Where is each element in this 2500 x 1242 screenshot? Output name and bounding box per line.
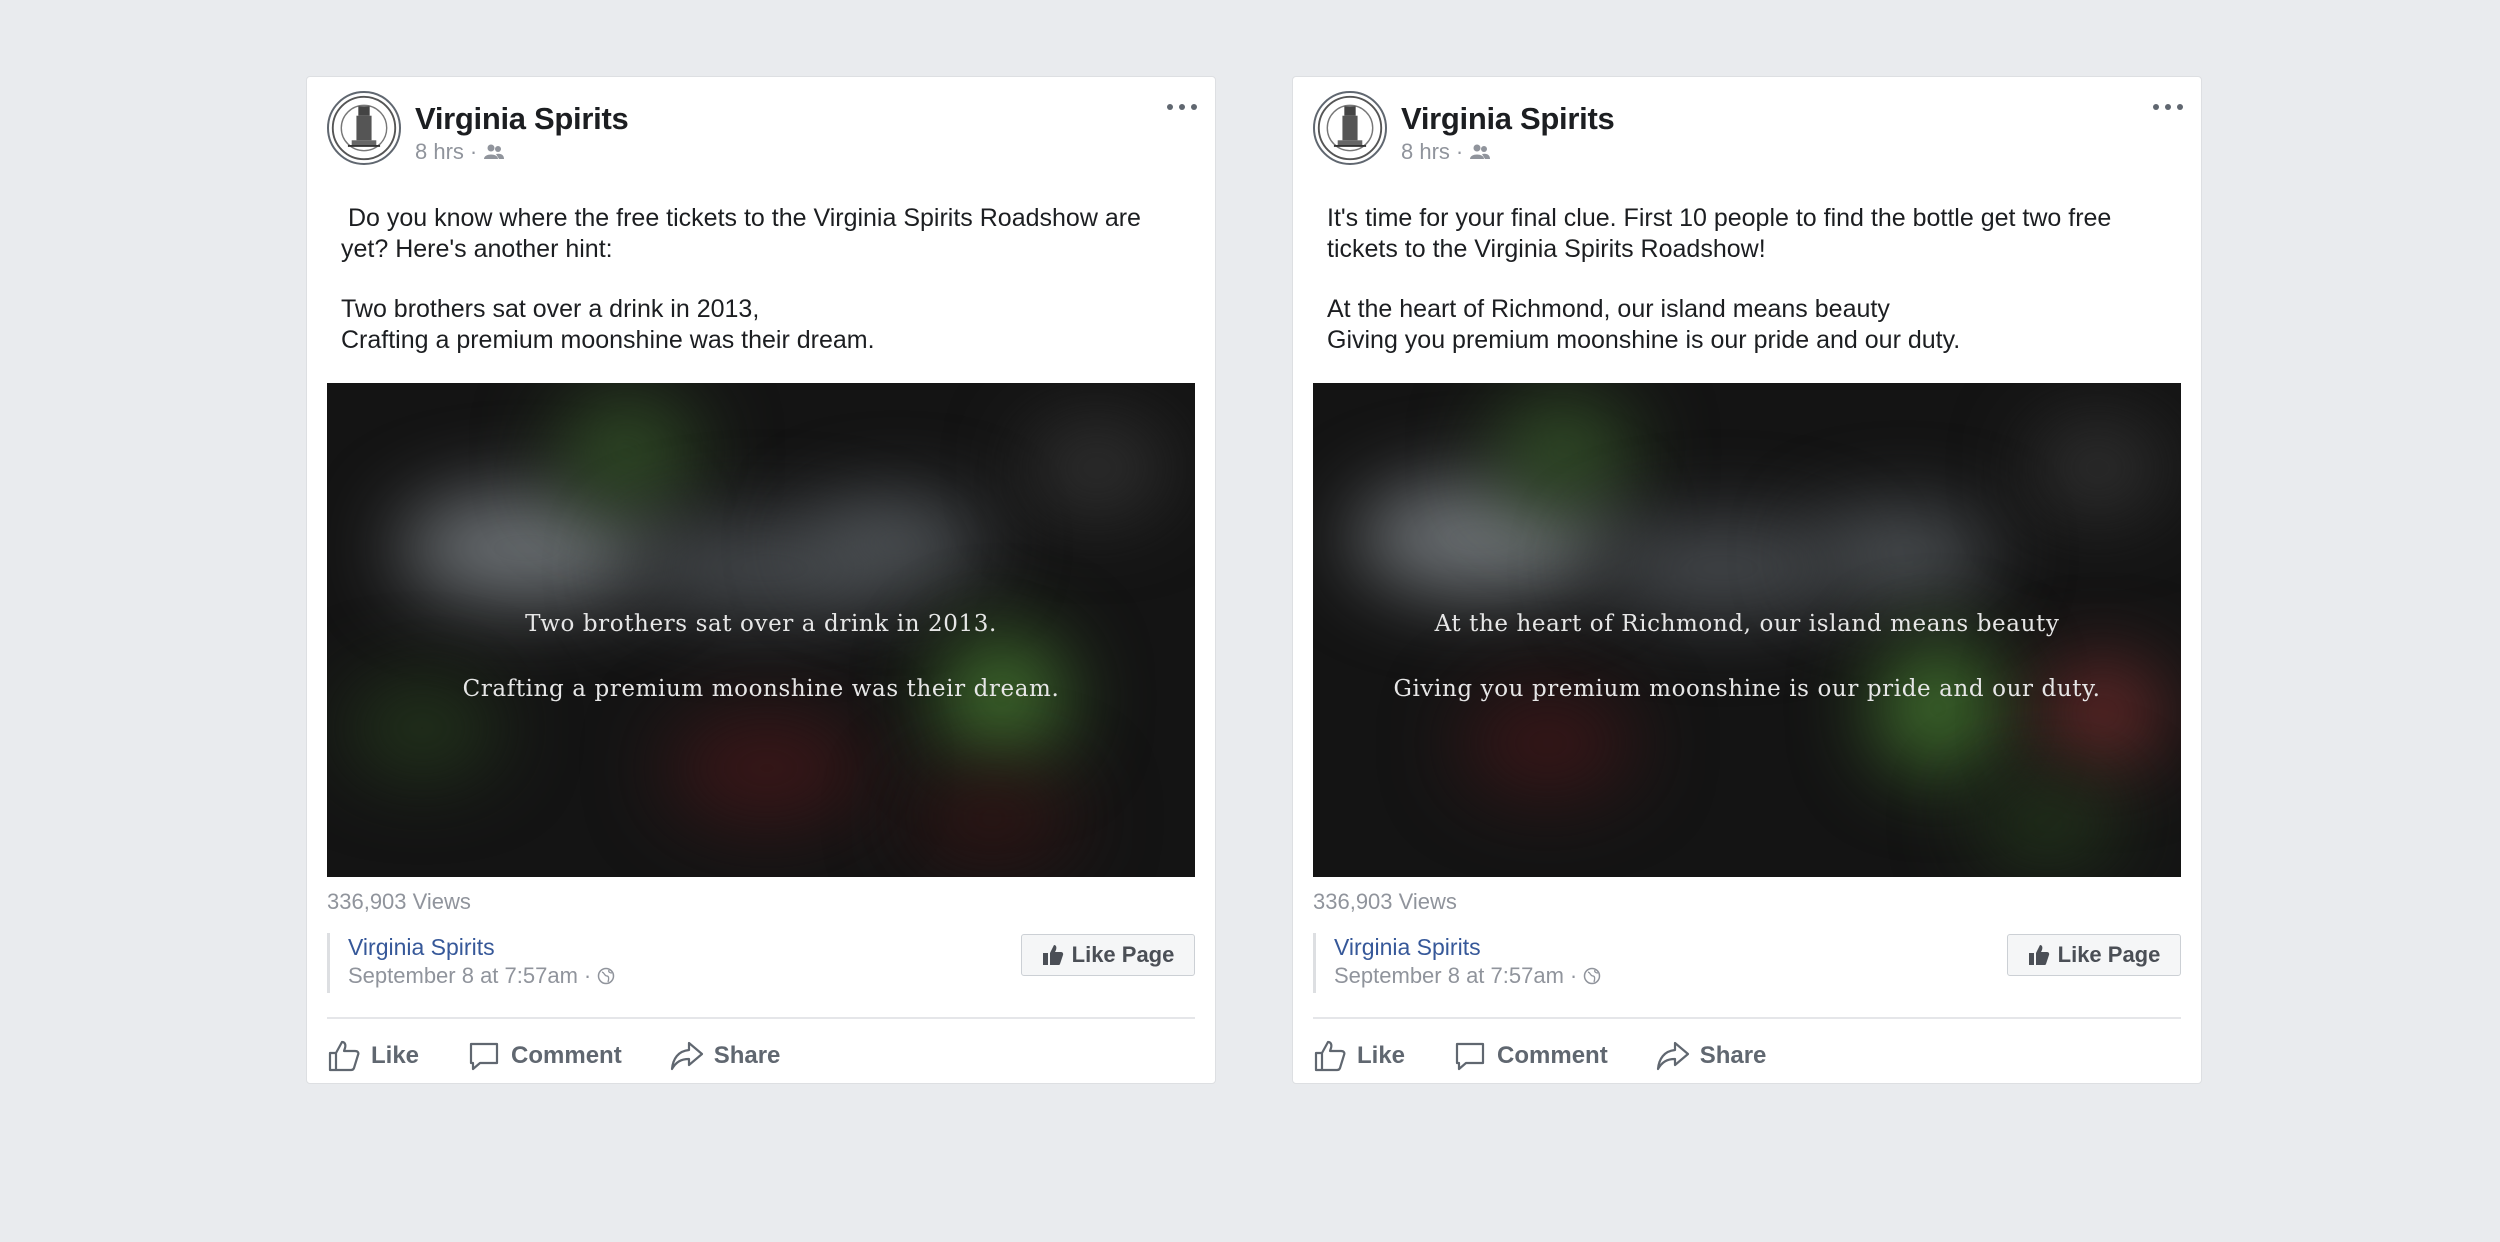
post-card: Virginia Spirits 8 hrs · It's time for y… bbox=[1292, 76, 2202, 1084]
attribution-page-link[interactable]: Virginia Spirits bbox=[1334, 933, 1601, 961]
share-icon bbox=[670, 1041, 703, 1071]
thumbs-up-icon bbox=[2028, 945, 2049, 965]
like-button[interactable]: Like bbox=[327, 1039, 419, 1073]
video-caption: At the heart of Richmond, our island mea… bbox=[1434, 611, 2060, 637]
comment-button[interactable]: Comment bbox=[467, 1039, 622, 1073]
post-meta: 8 hrs · bbox=[415, 139, 505, 165]
comment-label: Comment bbox=[511, 1042, 622, 1069]
like-button[interactable]: Like bbox=[1313, 1039, 1405, 1073]
page-avatar[interactable] bbox=[327, 91, 401, 165]
post-card: Virginia Spirits 8 hrs · Do you know whe… bbox=[306, 76, 1216, 1084]
attribution-date[interactable]: September 8 at 7:57am bbox=[1334, 961, 1564, 991]
comment-icon bbox=[1455, 1042, 1485, 1071]
comment-button[interactable]: Comment bbox=[1453, 1039, 1608, 1073]
post-paragraph: Two brothers sat over a drink in 2013, C… bbox=[341, 295, 875, 354]
globe-icon bbox=[598, 967, 615, 985]
meta-separator: · bbox=[1569, 963, 1578, 988]
like-icon bbox=[328, 1040, 360, 1072]
post-actions: Like Comment Share bbox=[1313, 1033, 1814, 1079]
video-player[interactable]: Two brothers sat over a drink in 2013. C… bbox=[327, 383, 1195, 877]
like-page-label: Like Page bbox=[1071, 942, 1175, 967]
post-meta: 8 hrs · bbox=[1401, 139, 1491, 165]
share-button[interactable]: Share bbox=[670, 1039, 781, 1073]
video-attribution: Virginia Spirits September 8 at 7:57am · bbox=[1313, 933, 1601, 993]
divider bbox=[327, 1017, 1195, 1019]
comment-label: Comment bbox=[1497, 1042, 1608, 1069]
post-text: Do you know where the free tickets to th… bbox=[341, 203, 1141, 356]
divider bbox=[1313, 1017, 2181, 1019]
post-time[interactable]: 8 hrs bbox=[1401, 139, 1450, 165]
attribution-date[interactable]: September 8 at 7:57am bbox=[348, 961, 578, 991]
like-label: Like bbox=[371, 1042, 420, 1069]
post-text: It's time for your final clue. First 10 … bbox=[1327, 203, 2127, 356]
page-name[interactable]: Virginia Spirits bbox=[415, 101, 629, 137]
video-player[interactable]: At the heart of Richmond, our island mea… bbox=[1313, 383, 2181, 877]
video-attribution: Virginia Spirits September 8 at 7:57am · bbox=[327, 933, 615, 993]
post-actions: Like Comment Share bbox=[327, 1033, 828, 1079]
page-name[interactable]: Virginia Spirits bbox=[1401, 101, 1615, 137]
attribution-meta: September 8 at 7:57am · bbox=[348, 961, 615, 991]
share-label: Share bbox=[1699, 1042, 1767, 1069]
seal-logo-icon bbox=[331, 95, 397, 161]
page-avatar[interactable] bbox=[1313, 91, 1387, 165]
video-caption: Giving you premium moonshine is our prid… bbox=[1393, 676, 2101, 702]
attribution-meta: September 8 at 7:57am · bbox=[1334, 961, 1601, 991]
attribution-page-link[interactable]: Virginia Spirits bbox=[348, 933, 615, 961]
view-count: 336,903 Views bbox=[327, 889, 471, 914]
meta-separator: · bbox=[469, 139, 478, 164]
like-label: Like bbox=[1357, 1042, 1406, 1069]
comment-icon bbox=[469, 1042, 499, 1071]
post-paragraph: Do you know where the free tickets to th… bbox=[341, 204, 1148, 263]
video-caption: Crafting a premium moonshine was their d… bbox=[462, 676, 1060, 702]
meta-separator: · bbox=[1455, 139, 1464, 164]
globe-icon bbox=[1584, 967, 1601, 985]
like-icon bbox=[1314, 1040, 1346, 1072]
thumbs-up-icon bbox=[1042, 945, 1063, 965]
post-paragraph: At the heart of Richmond, our island mea… bbox=[1327, 295, 1961, 354]
share-label: Share bbox=[713, 1042, 781, 1069]
view-count: 336,903 Views bbox=[1313, 889, 1457, 914]
seal-logo-icon bbox=[1317, 95, 1383, 161]
share-icon bbox=[1656, 1041, 1689, 1071]
more-options-icon[interactable] bbox=[1167, 97, 1197, 117]
friends-icon[interactable] bbox=[483, 143, 505, 161]
share-button[interactable]: Share bbox=[1656, 1039, 1767, 1073]
meta-separator: · bbox=[583, 963, 592, 988]
friends-icon[interactable] bbox=[1469, 143, 1491, 161]
post-paragraph: It's time for your final clue. First 10 … bbox=[1327, 204, 2119, 263]
post-time[interactable]: 8 hrs bbox=[415, 139, 464, 165]
like-page-button[interactable]: Like Page bbox=[2007, 934, 2181, 976]
video-caption: Two brothers sat over a drink in 2013. bbox=[525, 611, 997, 637]
like-page-button[interactable]: Like Page bbox=[1021, 934, 1195, 976]
more-options-icon[interactable] bbox=[2153, 97, 2183, 117]
like-page-label: Like Page bbox=[2057, 942, 2161, 967]
